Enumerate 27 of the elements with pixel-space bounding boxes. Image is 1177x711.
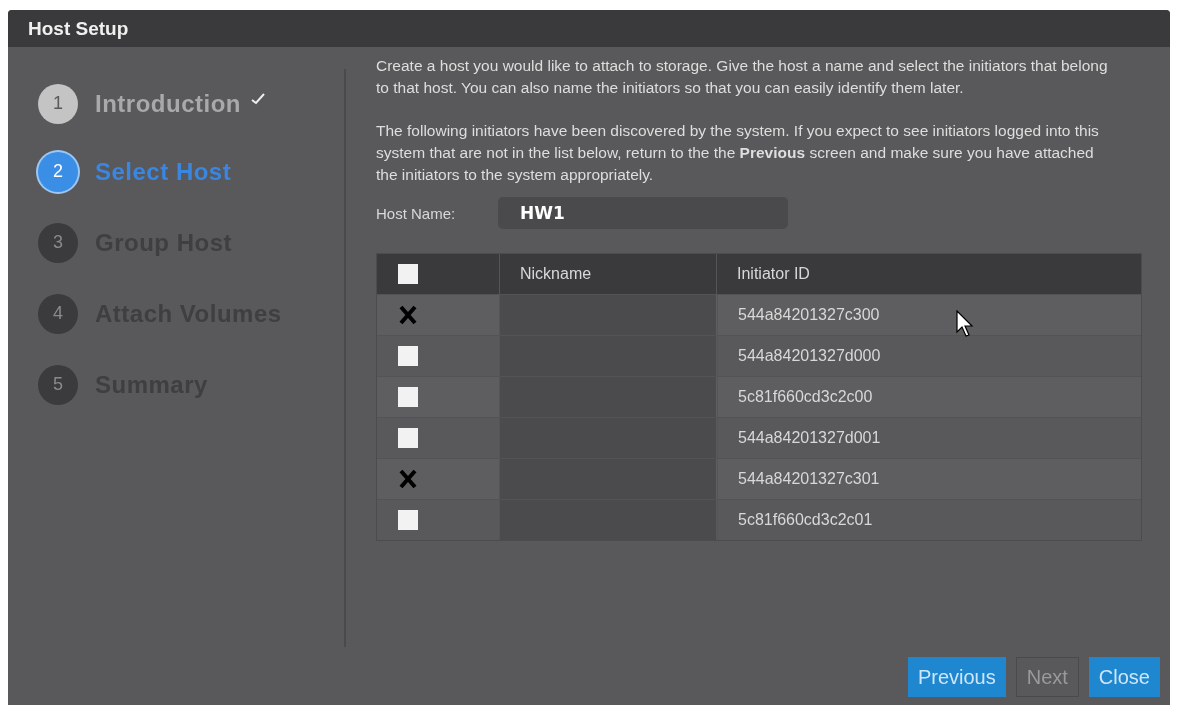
mouse-pointer-icon [956,310,976,338]
column-header[interactable]: Nickname [520,265,592,283]
row-checkbox[interactable] [398,469,418,489]
initiator-id: 5c81f660cd3c2c00 [738,388,873,406]
select-all-checkbox[interactable] [398,264,418,284]
initiator-id: 544a84201327d000 [738,347,881,365]
initiator-id: 5c81f660cd3c2c01 [738,511,873,529]
intro-text: Create a host you would like to attach to storage. Give the host a name and select the initiators that belong to that host. You can also name the initiators so that you can easily identify them later. [376,56,1109,98]
wizard-step[interactable]: 1 Introduction [38,71,344,136]
wizard-step[interactable]: 2 Select Host [38,136,344,207]
initiator-id: 544a84201327c300 [738,306,880,324]
column-header[interactable]: Initiator ID [737,265,810,283]
row-checkbox[interactable] [398,387,418,407]
window-title: Host Setup [28,17,129,40]
row-checkbox[interactable] [398,346,418,366]
wizard-button[interactable]: Close [1088,657,1160,697]
check-icon [250,92,265,105]
wizard-button[interactable]: Previous [907,657,1006,697]
host-name-field[interactable]: HW1 [498,197,788,229]
initiator-id: 544a84201327c301 [738,470,880,488]
host-name-label: Host Name: [376,204,457,222]
row-checkbox[interactable] [398,428,418,448]
note-text: The following initiators have been discovered by the system. If you expect to see initiators logged into this system that are not in the list below, return to the the Previous screen and make sure you have attached the initiators to the system appropriately. [376,121,1100,185]
nickname-field[interactable] [500,295,716,335]
row-checkbox[interactable] [398,510,418,530]
initiator-id: 544a84201327d001 [738,429,881,447]
row-checkbox[interactable] [398,305,418,325]
